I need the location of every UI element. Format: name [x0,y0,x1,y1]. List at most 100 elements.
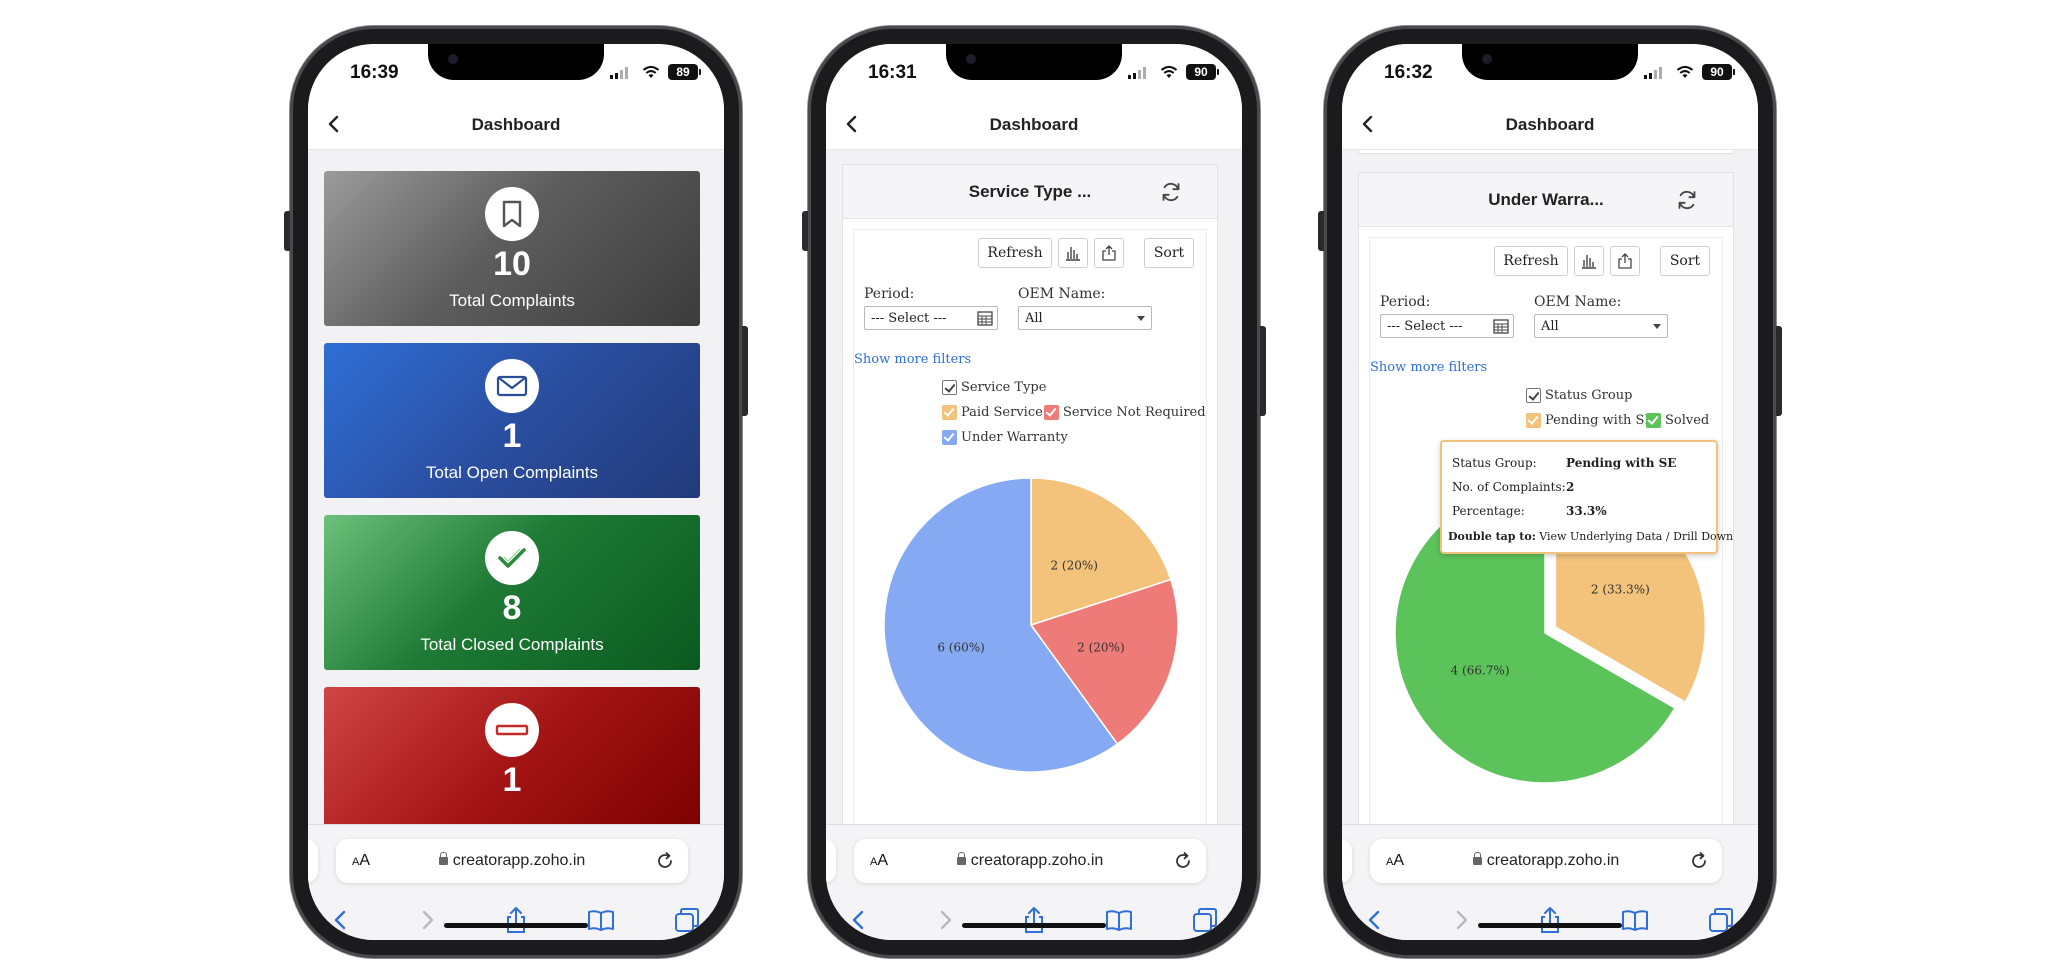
signal-icon [1128,67,1146,79]
total-complaints-card[interactable]: 10 Total Complaints [324,171,700,326]
total-open-complaints-card[interactable]: 1 Total Open Complaints [324,343,700,498]
tooltip-hint: Double tap to: View Underlying Data / Dr… [1448,530,1733,543]
legend-group-label: Service Type [961,380,1047,395]
reload-icon[interactable] [1172,850,1194,872]
previous-tab-bar[interactable] [1342,839,1352,883]
calendar-icon[interactable] [977,310,993,326]
dashboard-cards: 10 Total Complaints 1 Total Open Complai… [308,150,724,824]
notch [946,44,1122,80]
dropdown-caret-icon [1137,316,1145,321]
back-arrow-icon[interactable] [844,905,874,935]
address-bar[interactable]: AA creatorapp.zoho.in [336,839,688,883]
wifi-icon [642,65,660,78]
export-button[interactable] [1610,246,1640,276]
checkbox-icon [942,405,957,420]
wifi-icon [1160,65,1178,78]
pie-data-label: 2 (20%) [1077,641,1124,655]
export-button[interactable] [1094,238,1124,268]
previous-tab-bar[interactable] [308,839,318,883]
home-indicator [962,923,1106,928]
legend-paid-service[interactable]: Paid Service [942,405,1043,420]
sort-button[interactable]: Sort [1660,246,1710,276]
address-bar[interactable]: AA creatorapp.zoho.in [1370,839,1722,883]
url-text: creatorapp.zoho.in [336,852,688,870]
period-value: --- Select --- [1387,319,1463,334]
pie-data-label: 2 (33.3%) [1591,583,1650,597]
home-indicator [444,923,588,928]
tooltip-value: 2 [1566,480,1575,494]
legend-solved[interactable]: Solved [1646,413,1709,428]
share-icon[interactable] [1535,905,1565,935]
service-type-pie-chart[interactable]: 2 (20%) 2 (20%) 6 (60%) [854,470,1208,790]
period-select[interactable]: --- Select --- [1380,314,1514,338]
reload-icon[interactable] [1688,850,1710,872]
legend-group-toggle[interactable]: Status Group [1526,388,1632,403]
reload-icon[interactable] [654,850,676,872]
forward-arrow-icon[interactable] [412,905,442,935]
address-bar[interactable]: AA creatorapp.zoho.in [854,839,1206,883]
report-body: Refresh Sort Period: --- Select --- OEM … [1369,237,1733,824]
chart-type-button[interactable] [1058,238,1088,268]
back-arrow-icon[interactable] [1360,905,1390,935]
tooltip-key: Percentage: [1452,504,1525,518]
bookmarks-icon[interactable] [586,905,616,935]
sync-icon[interactable] [1159,180,1183,204]
report-header: Under Warra... [1359,173,1733,227]
card-value: 8 [502,589,522,627]
bar-chart-icon [1066,247,1080,261]
refresh-button[interactable]: Refresh [978,238,1052,268]
calendar-icon[interactable] [1493,318,1509,334]
oem-name-select[interactable]: All [1534,314,1668,338]
tooltip-hint-text: View Underlying Data / Drill Down [1539,530,1734,543]
chart-type-button[interactable] [1574,246,1604,276]
show-more-filters-link[interactable]: Show more filters [1370,360,1487,375]
legend-label: Under Warranty [961,430,1068,445]
show-more-filters-link[interactable]: Show more filters [854,352,971,367]
share-icon[interactable] [501,905,531,935]
tabs-icon[interactable] [1190,905,1220,935]
fourth-complaints-card[interactable]: 1 [324,687,700,824]
screen: 16:39 89 Dashboard 10 Total Complaints 1 [308,44,724,940]
bookmarks-icon[interactable] [1620,905,1650,935]
status-time: 16:32 [1384,62,1433,83]
nav-bar: Dashboard [308,100,724,150]
dropdown-caret-icon [1653,324,1661,329]
checkbox-icon [1526,388,1541,403]
legend-service-not-required[interactable]: Service Not Required [1044,405,1206,420]
back-arrow-icon[interactable] [326,905,356,935]
forward-arrow-icon[interactable] [1446,905,1476,935]
previous-tab-bar[interactable] [826,839,836,883]
oem-name-select[interactable]: All [1018,306,1152,330]
forward-arrow-icon[interactable] [930,905,960,935]
card-label: Total Closed Complaints [420,635,604,654]
export-icon [1102,245,1116,261]
legend-label: Paid Service [961,405,1043,420]
sort-button[interactable]: Sort [1144,238,1194,268]
refresh-button[interactable]: Refresh [1494,246,1568,276]
sync-icon[interactable] [1675,188,1699,212]
safari-toolbar: AA creatorapp.zoho.in [308,824,724,940]
tabs-icon[interactable] [1706,905,1736,935]
legend-label: Pending with SE [1545,413,1654,428]
bookmarks-icon[interactable] [1104,905,1134,935]
url-value: creatorapp.zoho.in [1486,852,1620,869]
card-label: Total Complaints [449,291,575,310]
legend-pending-with-se[interactable]: Pending with SE [1526,413,1654,428]
checkbox-icon [1526,413,1541,428]
url-value: creatorapp.zoho.in [452,852,586,869]
period-select[interactable]: --- Select --- [864,306,998,330]
page-title: Dashboard [471,115,561,134]
legend-group-toggle[interactable]: Service Type [942,380,1046,395]
home-indicator [1478,923,1622,928]
report-panel: Under Warra... Refresh Sort Period: --- … [1358,172,1734,824]
legend-under-warranty[interactable]: Under Warranty [942,430,1068,445]
period-label: Period: [864,286,915,302]
legend-group-label: Status Group [1545,388,1633,403]
card-label: Total Open Complaints [426,463,598,482]
total-closed-complaints-card[interactable]: 8 Total Closed Complaints [324,515,700,670]
legend-label: Service Not Required [1063,405,1206,420]
checkbox-icon [942,380,957,395]
share-icon[interactable] [1019,905,1049,935]
tabs-icon[interactable] [672,905,702,935]
oem-name-label: OEM Name: [1018,286,1106,302]
